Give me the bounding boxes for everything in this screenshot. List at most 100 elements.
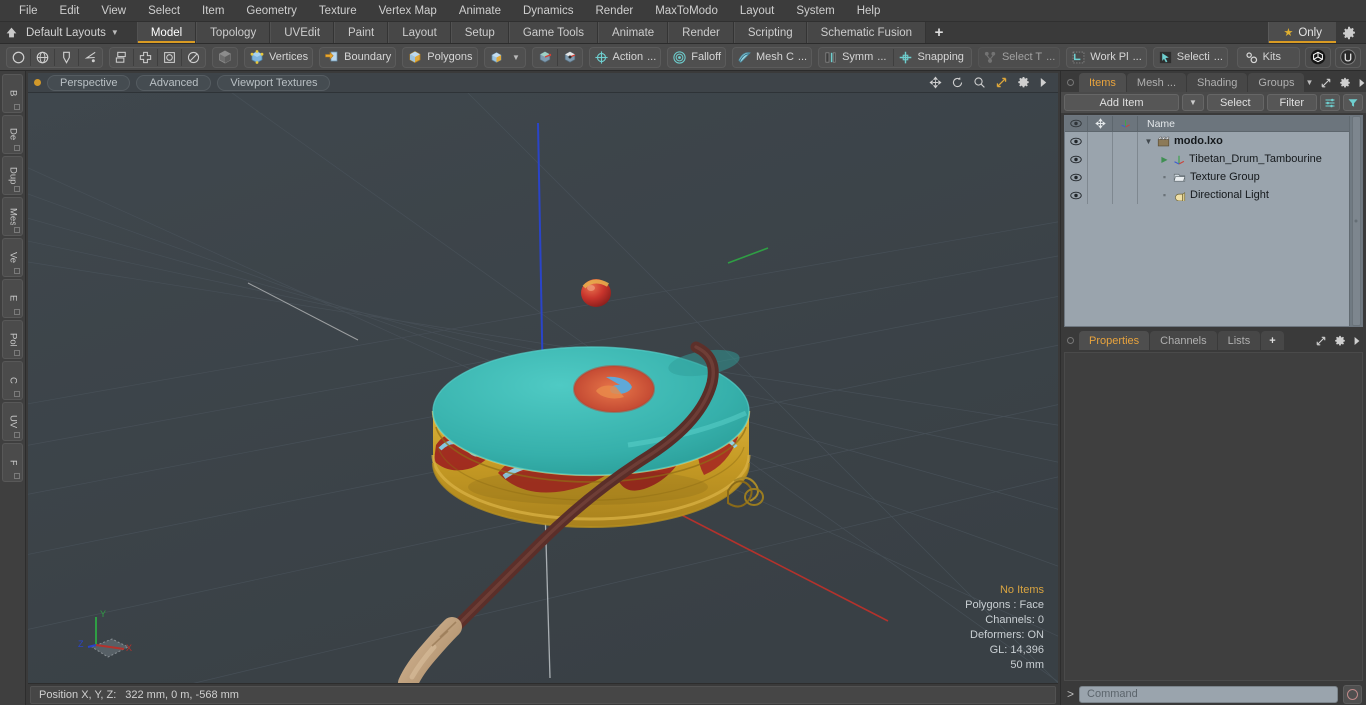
- mesh-constraint-button[interactable]: Mesh C ...: [732, 46, 813, 68]
- globe-icon[interactable]: [31, 48, 54, 67]
- eye-icon[interactable]: [1065, 150, 1088, 168]
- items-list-vertical-scrollbar[interactable]: [1349, 116, 1362, 326]
- menu-item-texture[interactable]: Texture: [308, 0, 368, 22]
- expand-icon[interactable]: [1320, 77, 1332, 89]
- menu-item-edit[interactable]: Edit: [49, 0, 91, 22]
- menu-item-system[interactable]: System: [785, 0, 845, 22]
- pen-icon[interactable]: [55, 48, 78, 67]
- pan-icon[interactable]: [929, 76, 942, 89]
- default-layouts-dropdown[interactable]: Default Layouts ▼: [22, 22, 129, 43]
- menu-item-animate[interactable]: Animate: [448, 0, 512, 22]
- boundary-mode-button[interactable]: Boundary: [319, 46, 397, 68]
- work-plane-button[interactable]: Work Pl ...: [1066, 46, 1147, 68]
- scale-box-icon[interactable]: [158, 48, 181, 67]
- menu-item-view[interactable]: View: [90, 0, 137, 22]
- falloff-button[interactable]: Falloff: [667, 46, 727, 68]
- left-rail-tab-polygon[interactable]: Pol: [2, 320, 23, 359]
- cube-axis-white-icon[interactable]: [558, 48, 582, 67]
- scrollbar-thumb[interactable]: [1351, 116, 1361, 326]
- add-layout-tab-button[interactable]: +: [926, 22, 952, 43]
- cube-small-icon[interactable]: [485, 48, 508, 67]
- kits-button[interactable]: Kits: [1236, 46, 1300, 68]
- properties-panel-body[interactable]: [1064, 352, 1363, 681]
- left-rail-tab-vertex[interactable]: Ve: [2, 238, 23, 277]
- axis-cell[interactable]: [1113, 168, 1138, 186]
- layout-tab-setup[interactable]: Setup: [450, 22, 509, 43]
- gear-icon[interactable]: [1017, 76, 1030, 89]
- eye-icon[interactable]: [1065, 186, 1088, 204]
- add-panel-tab-button[interactable]: +: [1261, 331, 1284, 350]
- chevron-down-icon[interactable]: ▼: [1181, 94, 1204, 111]
- list-item-name-cell[interactable]: ▼ modo.lxo: [1138, 135, 1349, 147]
- layout-tab-scripting[interactable]: Scripting: [733, 22, 807, 43]
- funnel-icon[interactable]: [1343, 94, 1363, 111]
- left-rail-tab-deform[interactable]: De: [2, 115, 23, 154]
- chevron-down-icon[interactable]: ▼: [1305, 78, 1313, 87]
- gear-icon[interactable]: [1336, 22, 1362, 43]
- zoom-icon[interactable]: [973, 76, 986, 89]
- expand-icon[interactable]: [1315, 335, 1327, 347]
- tab-shading[interactable]: Shading: [1187, 73, 1248, 92]
- layout-tab-model[interactable]: Model: [136, 22, 197, 43]
- element-mode-cube-button[interactable]: [212, 46, 238, 68]
- only-toggle-button[interactable]: ★ Only: [1268, 22, 1336, 43]
- tab-channels[interactable]: Channels: [1150, 331, 1217, 350]
- select-through-button[interactable]: Select T ...: [977, 46, 1061, 68]
- axis-cell[interactable]: [1113, 150, 1138, 168]
- rotate-icon[interactable]: [951, 76, 964, 89]
- record-circle-icon[interactable]: [1343, 684, 1362, 704]
- rotate-circle-icon[interactable]: [182, 48, 205, 67]
- axis-cell[interactable]: [1113, 132, 1138, 150]
- play-arrow-icon[interactable]: [1353, 336, 1361, 346]
- command-input[interactable]: Command: [1079, 685, 1338, 703]
- cube-axis-red-icon[interactable]: [533, 48, 557, 67]
- menu-item-render[interactable]: Render: [584, 0, 644, 22]
- filter-button[interactable]: Filter: [1266, 94, 1317, 111]
- viewport-shading-dropdown[interactable]: Advanced: [136, 74, 212, 91]
- modo-logo-icon[interactable]: [1305, 46, 1331, 68]
- list-item-texture-group[interactable]: ▪ Texture Group: [1065, 168, 1349, 186]
- menu-item-file[interactable]: File: [8, 0, 49, 22]
- select-button[interactable]: Select: [1206, 94, 1264, 111]
- menu-item-layout[interactable]: Layout: [729, 0, 786, 22]
- layout-tab-render[interactable]: Render: [668, 22, 734, 43]
- list-options-icon[interactable]: [1320, 94, 1340, 111]
- play-arrow-icon[interactable]: [1039, 77, 1048, 88]
- left-rail-tab-falloff[interactable]: F: [2, 443, 23, 482]
- move-cross-icon[interactable]: [134, 48, 157, 67]
- menu-item-vertex-map[interactable]: Vertex Map: [368, 0, 448, 22]
- left-rail-tab-basic[interactable]: B: [2, 74, 23, 113]
- layout-tab-schematic-fusion[interactable]: Schematic Fusion: [806, 22, 927, 43]
- circle-icon[interactable]: [7, 48, 30, 67]
- menu-item-select[interactable]: Select: [137, 0, 191, 22]
- menu-item-geometry[interactable]: Geometry: [235, 0, 308, 22]
- left-rail-tab-duplicate[interactable]: Dup: [2, 156, 23, 195]
- home-icon[interactable]: [0, 22, 22, 43]
- tab-mesh-ops[interactable]: Mesh ...: [1126, 73, 1187, 92]
- unreal-logo-icon[interactable]: [1335, 46, 1361, 68]
- left-rail-tab-edge[interactable]: E: [2, 279, 23, 318]
- list-item-directional-light[interactable]: ▪ Directional Light: [1065, 186, 1349, 204]
- left-rail-tab-uv[interactable]: UV: [2, 402, 23, 441]
- menu-item-dynamics[interactable]: Dynamics: [512, 0, 584, 22]
- eye-icon[interactable]: [1065, 168, 1088, 186]
- move-cell[interactable]: [1088, 186, 1113, 204]
- menu-item-maxtomodo[interactable]: MaxToModo: [644, 0, 729, 22]
- viewport-textures-dropdown[interactable]: Viewport Textures: [217, 74, 331, 91]
- chevron-down-icon[interactable]: ▼: [1144, 137, 1153, 146]
- menu-item-help[interactable]: Help: [846, 0, 892, 22]
- tab-items[interactable]: Items: [1079, 73, 1126, 92]
- left-rail-tab-curve[interactable]: C: [2, 361, 23, 400]
- tab-groups[interactable]: Groups: [1248, 73, 1305, 92]
- list-item-name-cell[interactable]: ▪ Texture Group: [1138, 171, 1349, 183]
- layout-tab-uvedit[interactable]: UVEdit: [270, 22, 335, 43]
- vertices-mode-button[interactable]: Vertices: [244, 46, 314, 68]
- chevron-down-icon[interactable]: ▼: [508, 48, 525, 67]
- list-item-name-cell[interactable]: ▪ Directional Light: [1138, 189, 1349, 201]
- 3d-viewport[interactable]: Y X Z No Items Polygons : Face Channels:…: [28, 93, 1058, 683]
- menu-item-item[interactable]: Item: [191, 0, 235, 22]
- axis-cell[interactable]: [1113, 186, 1138, 204]
- move-cell[interactable]: [1088, 132, 1113, 150]
- viewport-projection-dropdown[interactable]: Perspective: [47, 74, 131, 91]
- tab-properties[interactable]: Properties: [1079, 331, 1150, 350]
